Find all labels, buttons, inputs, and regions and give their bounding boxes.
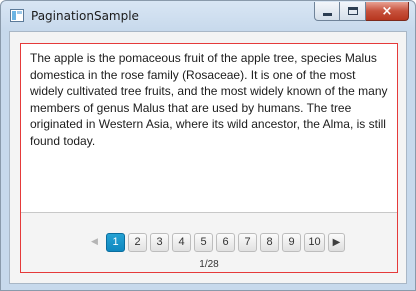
window-controls: ×	[314, 2, 409, 21]
page-button-2[interactable]: 2	[128, 232, 147, 252]
next-page-button[interactable]: ▶	[328, 232, 345, 252]
previous-page-button[interactable]: ◀	[86, 233, 103, 252]
app-window-icon	[10, 9, 24, 22]
client-area: The apple is the pomaceous fruit of the …	[9, 31, 407, 284]
app-window: PaginationSample × The apple is the poma…	[0, 0, 416, 291]
minimize-icon	[322, 12, 332, 16]
page-button-4[interactable]: 4	[172, 232, 191, 252]
page-button-1[interactable]: 1	[106, 232, 125, 252]
page-button-5[interactable]: 5	[194, 232, 213, 252]
page-button-9[interactable]: 9	[282, 232, 301, 252]
close-button[interactable]: ×	[366, 2, 409, 21]
title-bar[interactable]: PaginationSample ×	[1, 1, 415, 31]
maximize-icon	[347, 7, 358, 15]
page-button-8[interactable]: 8	[260, 232, 279, 252]
pagination-buttons: ◀ 1 2 3 4 5 6 7 8 9 10 ▶	[86, 232, 345, 252]
page-indicator: 1/28	[199, 259, 219, 270]
page-button-3[interactable]: 3	[150, 232, 169, 252]
page-button-6[interactable]: 6	[216, 232, 235, 252]
page-text: The apple is the pomaceous fruit of the …	[30, 51, 388, 148]
close-icon: ×	[381, 3, 393, 19]
pagination-control: The apple is the pomaceous fruit of the …	[20, 43, 398, 273]
maximize-button[interactable]	[340, 2, 366, 21]
window-title: PaginationSample	[31, 9, 139, 23]
minimize-button[interactable]	[314, 2, 340, 21]
page-content: The apple is the pomaceous fruit of the …	[21, 44, 397, 213]
page-button-7[interactable]: 7	[238, 232, 257, 252]
page-button-10[interactable]: 10	[304, 232, 325, 252]
